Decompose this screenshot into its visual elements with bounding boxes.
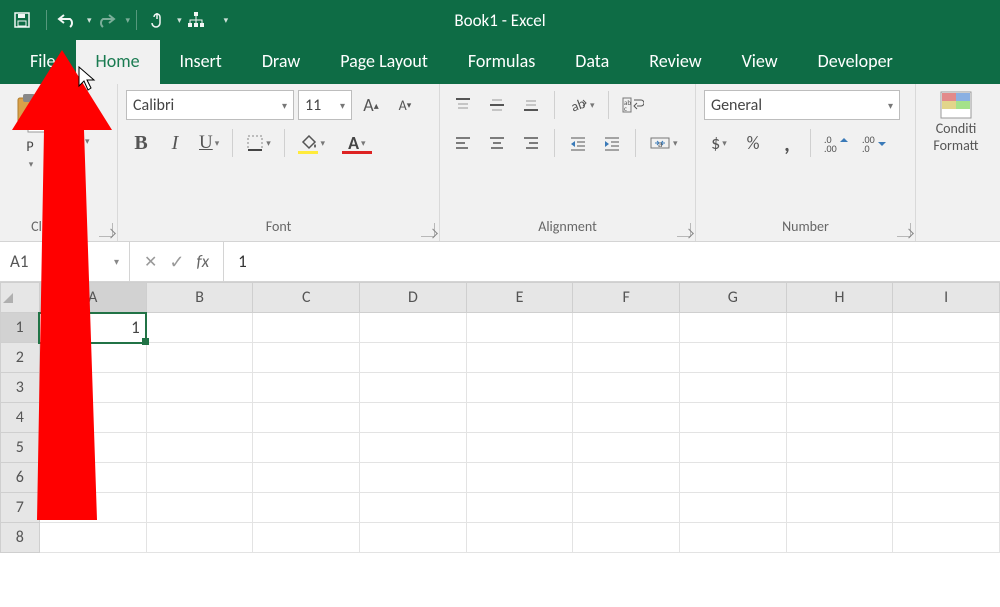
table-row: 8: [1, 523, 1000, 553]
tab-file[interactable]: File: [10, 40, 76, 84]
accounting-format-icon[interactable]: $▾: [704, 128, 734, 158]
borders-button[interactable]: ▾: [241, 128, 276, 158]
cut-icon[interactable]: [58, 92, 95, 122]
tab-developer[interactable]: Developer: [798, 40, 913, 84]
formula-bar: A1▾ ✕ ✓ fx 1: [0, 242, 1000, 282]
align-top-icon[interactable]: [448, 90, 478, 120]
cancel-formula-icon[interactable]: ✕: [144, 252, 157, 272]
font-name-combo[interactable]: Calibri▾: [126, 90, 294, 120]
merge-center-icon[interactable]: a▾: [644, 128, 683, 158]
ribbon: P ▾ ▾ Clipboard Calibri▾ 11▾: [0, 84, 1000, 242]
tab-formulas[interactable]: Formulas: [448, 40, 555, 84]
redo-icon[interactable]: [92, 6, 120, 34]
quick-access-toolbar: ▾ ▾ ▾ ▾: [0, 0, 1000, 40]
col-header-E[interactable]: E: [466, 283, 573, 313]
svg-text:a: a: [658, 139, 662, 150]
undo-icon[interactable]: [53, 6, 81, 34]
comma-format-icon[interactable]: ,: [772, 128, 802, 158]
decrease-decimal-icon[interactable]: .00.0: [857, 128, 891, 158]
paste-button[interactable]: P ▾: [8, 90, 52, 192]
table-row: 5: [1, 433, 1000, 463]
font-color-button[interactable]: A▾: [337, 128, 377, 158]
group-clipboard: P ▾ ▾ Clipboard: [0, 84, 118, 241]
col-header-H[interactable]: H: [786, 283, 893, 313]
group-label-alignment: Alignment: [448, 218, 687, 237]
col-header-I[interactable]: I: [893, 283, 1000, 313]
col-header-G[interactable]: G: [679, 283, 786, 313]
group-label-clipboard: Clipboard: [8, 218, 109, 237]
number-format-combo[interactable]: General▾: [704, 90, 900, 120]
table-row: 7: [1, 493, 1000, 523]
table-row: 2: [1, 343, 1000, 373]
align-right-icon[interactable]: [516, 128, 546, 158]
name-box[interactable]: A1▾: [0, 242, 130, 281]
svg-text:.00: .00: [824, 142, 837, 152]
clipboard-launcher[interactable]: [99, 223, 113, 237]
align-middle-icon[interactable]: [482, 90, 512, 120]
tab-draw[interactable]: Draw: [242, 40, 320, 84]
column-headers[interactable]: A B C D E F G H I: [1, 283, 1000, 313]
font-size-combo[interactable]: 11▾: [298, 90, 352, 120]
table-row: 3: [1, 373, 1000, 403]
save-icon[interactable]: [8, 6, 36, 34]
font-launcher[interactable]: [421, 223, 435, 237]
col-header-F[interactable]: F: [573, 283, 680, 313]
increase-indent-icon[interactable]: [597, 128, 627, 158]
tab-insert[interactable]: Insert: [160, 40, 242, 84]
italic-button[interactable]: I: [160, 128, 190, 158]
conditional-formatting-button[interactable]: Conditi Formatt: [924, 90, 988, 154]
fx-icon[interactable]: fx: [197, 251, 210, 272]
spreadsheet-grid: A B C D E F G H I 11 2 3 4 5 6 7 8: [0, 282, 1000, 553]
decrease-font-icon[interactable]: A▾: [390, 90, 420, 120]
select-all-corner[interactable]: [1, 283, 40, 313]
copy-icon[interactable]: ▾: [58, 126, 95, 156]
alignment-launcher[interactable]: [677, 223, 691, 237]
svg-text:ab: ab: [569, 96, 588, 114]
row-header-1[interactable]: 1: [1, 313, 40, 343]
tab-review[interactable]: Review: [629, 40, 721, 84]
group-alignment: ab▾ abc a▾ Alignment: [440, 84, 696, 241]
formula-input[interactable]: 1: [224, 251, 1000, 272]
tab-home[interactable]: Home: [76, 40, 160, 84]
col-header-D[interactable]: D: [360, 283, 467, 313]
align-left-icon[interactable]: [448, 128, 478, 158]
group-number: General▾ $▾ % , .0.00 .00.0 Number: [696, 84, 916, 241]
wrap-text-icon[interactable]: abc: [617, 90, 649, 120]
increase-decimal-icon[interactable]: .0.00: [819, 128, 853, 158]
underline-button[interactable]: U▾: [194, 128, 224, 158]
orientation-icon[interactable]: ab▾: [563, 90, 600, 120]
table-row: 11: [1, 313, 1000, 343]
fill-color-button[interactable]: ▾: [293, 128, 333, 158]
enter-formula-icon[interactable]: ✓: [169, 251, 184, 273]
col-header-C[interactable]: C: [253, 283, 360, 313]
group-label-font: Font: [126, 218, 431, 237]
cell-A1[interactable]: 1: [39, 313, 146, 343]
touch-mode-icon[interactable]: [143, 6, 171, 34]
tab-data[interactable]: Data: [555, 40, 629, 84]
group-font: Calibri▾ 11▾ A▴ A▾ B I U▾ ▾ ▾ A▾ Font: [118, 84, 440, 241]
decrease-indent-icon[interactable]: [563, 128, 593, 158]
hierarchy-icon[interactable]: [182, 6, 210, 34]
percent-format-icon[interactable]: %: [738, 128, 768, 158]
align-center-icon[interactable]: [482, 128, 512, 158]
ribbon-tabs: File Home Insert Draw Page Layout Formul…: [0, 40, 1000, 84]
bold-button[interactable]: B: [126, 128, 156, 158]
format-painter-icon[interactable]: [58, 160, 95, 190]
align-bottom-icon[interactable]: [516, 90, 546, 120]
col-header-A[interactable]: A: [39, 283, 146, 313]
table-row: 4: [1, 403, 1000, 433]
svg-text:c: c: [624, 104, 627, 113]
svg-text:.0: .0: [862, 142, 870, 152]
group-label-number: Number: [704, 218, 907, 237]
tab-page-layout[interactable]: Page Layout: [320, 40, 448, 84]
increase-font-icon[interactable]: A▴: [356, 90, 386, 120]
tab-view[interactable]: View: [722, 40, 798, 84]
table-row: 6: [1, 463, 1000, 493]
group-styles: Conditi Formatt: [916, 84, 996, 241]
col-header-B[interactable]: B: [146, 283, 253, 313]
number-launcher[interactable]: [897, 223, 911, 237]
